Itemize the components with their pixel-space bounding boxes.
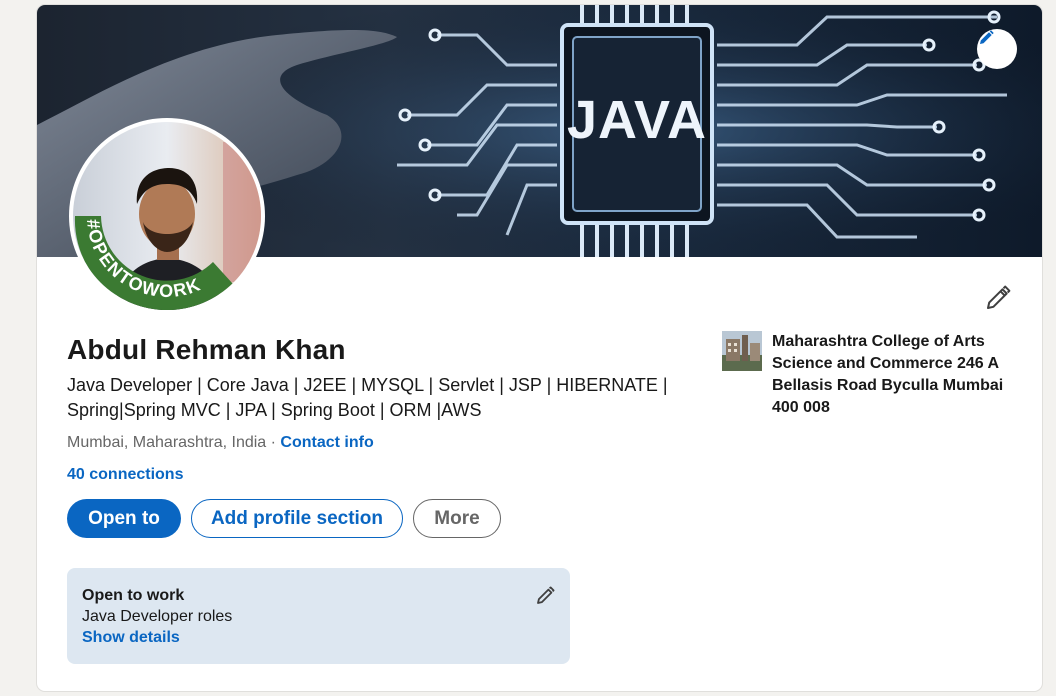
- school-logo: [722, 331, 762, 371]
- more-button[interactable]: More: [413, 499, 501, 538]
- location-line: Mumbai, Maharashtra, India · Contact inf…: [67, 434, 374, 452]
- profile-card: JAVA #OPENTOWORK Abdul Rehman Khan Java …: [36, 4, 1043, 692]
- svg-text:#OPENTOWORK: #OPENTOWORK: [83, 218, 204, 301]
- banner-chip-label: JAVA: [567, 90, 707, 150]
- connections-link[interactable]: 40 connections: [67, 466, 183, 484]
- profile-location: Mumbai, Maharashtra, India: [67, 434, 267, 451]
- profile-photo-frame[interactable]: #OPENTOWORK: [69, 118, 265, 314]
- open-to-work-roles: Java Developer roles: [82, 608, 233, 625]
- open-to-work-badge: #OPENTOWORK: [74, 216, 233, 310]
- profile-headline: Java Developer | Core Java | J2EE | MYSQ…: [67, 375, 668, 420]
- open-to-work-card: Open to work Java Developer roles Show d…: [67, 568, 570, 664]
- pencil-icon: [980, 30, 994, 44]
- contact-info-link[interactable]: Contact info: [280, 434, 373, 451]
- show-details-link[interactable]: Show details: [82, 627, 555, 649]
- pencil-icon: [537, 586, 555, 604]
- open-to-work-title: Open to work: [82, 587, 185, 604]
- edit-open-to-work-button[interactable]: [531, 582, 559, 610]
- education-entry[interactable]: Maharashtra College of Arts Science and …: [722, 331, 1022, 419]
- edit-banner-button[interactable]: [977, 29, 1017, 69]
- pencil-icon: [987, 285, 1011, 309]
- location-separator: ·: [266, 434, 281, 451]
- profile-name: Abdul Rehman Khan: [67, 334, 346, 365]
- open-to-button[interactable]: Open to: [67, 499, 181, 538]
- add-profile-section-button[interactable]: Add profile section: [191, 499, 403, 538]
- school-building-icon: [722, 331, 762, 371]
- open-to-work-badge-text: #OPENTOWORK: [83, 218, 203, 301]
- edit-intro-button[interactable]: [981, 281, 1015, 315]
- avatar[interactable]: #OPENTOWORK: [73, 122, 261, 310]
- school-name: Maharashtra College of Arts Science and …: [772, 333, 1004, 416]
